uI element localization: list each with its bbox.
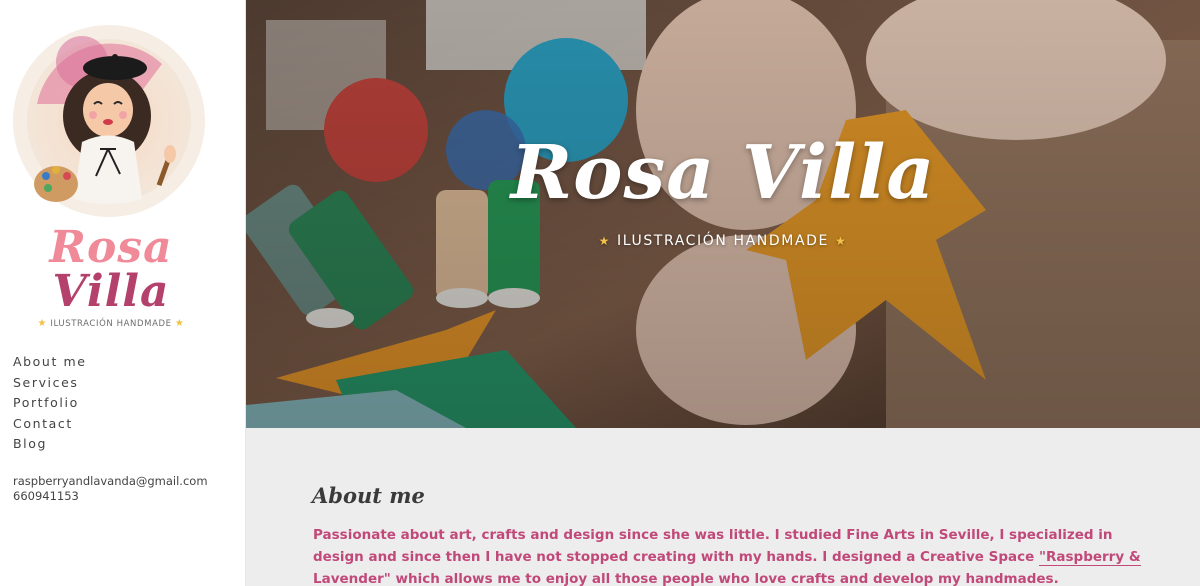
brand-name-villa: Villa: [52, 266, 170, 317]
star-icon: ★: [174, 318, 185, 329]
about-heading: About me: [312, 483, 425, 508]
about-text-part-2: which allows me to enjoy all those peopl…: [390, 571, 1059, 586]
star-icon: ★: [37, 318, 48, 329]
about-paragraph: Passionate about art, crafts and design …: [313, 524, 1163, 586]
main-nav: About me Services Portfolio Contact Blog: [13, 354, 87, 457]
brand-tagline: ★ ILUSTRACIÓN HANDMADE ★: [0, 318, 222, 329]
nav-item-portfolio[interactable]: Portfolio: [13, 395, 87, 416]
contact-phone[interactable]: 660941153: [13, 489, 208, 504]
about-section: About me Passionate about art, crafts an…: [246, 428, 1200, 586]
nav-item-services[interactable]: Services: [13, 375, 87, 396]
hero-subtitle-text: ILUSTRACIÓN HANDMADE: [617, 233, 829, 249]
nav-item-contact[interactable]: Contact: [13, 416, 87, 437]
hero-banner: Rosa Villa ★ ILUSTRACIÓN HANDMADE ★: [246, 0, 1200, 428]
contact-email[interactable]: raspberryandlavanda@gmail.com: [13, 474, 208, 489]
nav-item-about-me[interactable]: About me: [13, 354, 87, 375]
hero-subtitle: ★ ILUSTRACIÓN HANDMADE ★: [246, 233, 1200, 249]
contact-info: raspberryandlavanda@gmail.com 660941153: [13, 474, 208, 504]
nav-item-blog[interactable]: Blog: [13, 436, 87, 457]
about-text-part-1: Passionate about art, crafts and design …: [313, 527, 1113, 565]
sidebar: Rosa Villa ★ ILUSTRACIÓN HANDMADE ★ Abou…: [0, 0, 246, 586]
logo-avatar[interactable]: [12, 24, 206, 218]
doll-illustration-icon: [13, 25, 205, 217]
hero-title: Rosa Villa: [510, 130, 936, 216]
star-icon: ★: [835, 234, 848, 248]
star-icon: ★: [598, 234, 611, 248]
brand-tagline-text: ILUSTRACIÓN HANDMADE: [50, 319, 172, 329]
